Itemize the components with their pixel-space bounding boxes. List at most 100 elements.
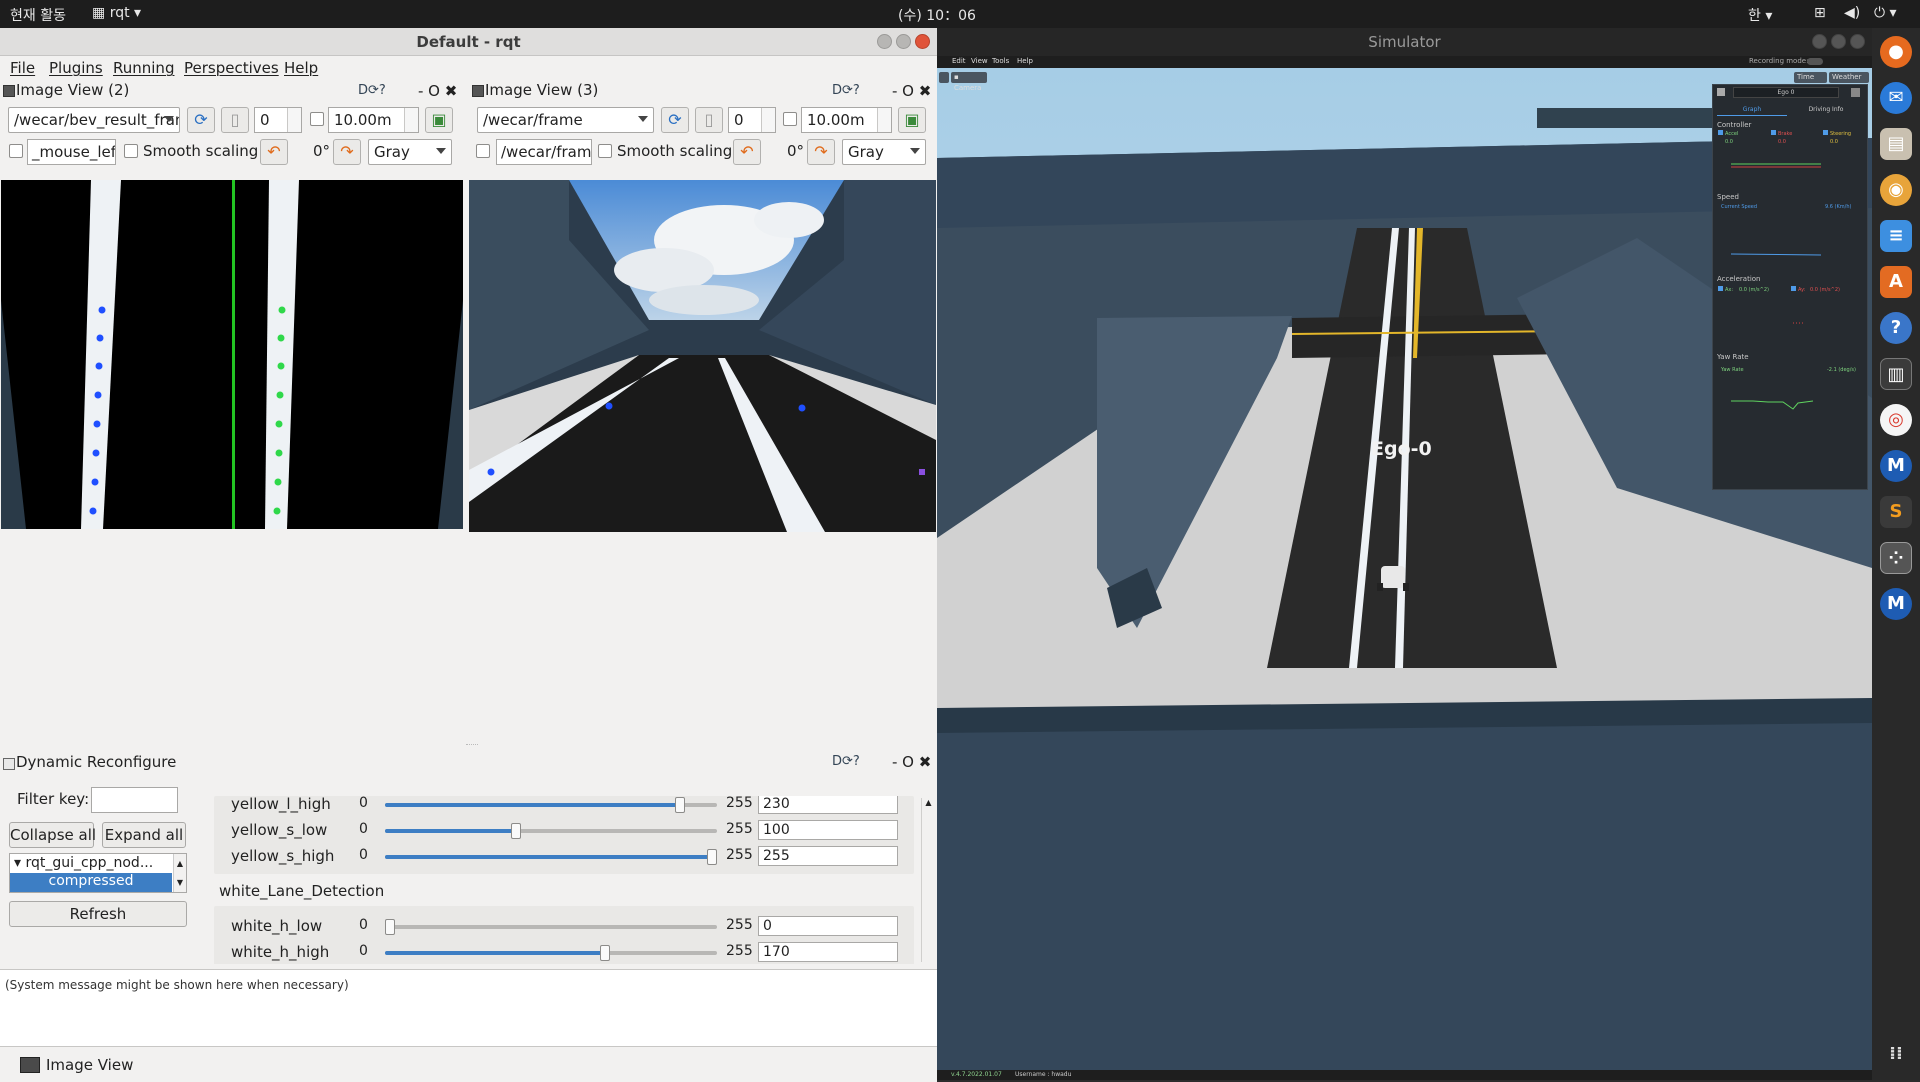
topic-select[interactable]: /wecar/bev_result_frame — [8, 107, 180, 133]
vehicle-select[interactable]: Ego 0 — [1733, 87, 1839, 98]
status-item-label[interactable]: Image View — [46, 1056, 133, 1074]
splitter-handle[interactable] — [466, 744, 478, 746]
terminal-icon[interactable]: ▥ — [1880, 358, 1912, 390]
save-image-button[interactable]: ▣ — [425, 107, 453, 133]
maximize-button[interactable] — [896, 34, 911, 49]
smooth-scaling-checkbox[interactable] — [124, 144, 138, 158]
param-value-field[interactable]: 100 — [758, 820, 898, 840]
sim-menu-help[interactable]: Help — [1017, 57, 1033, 65]
settings-grid-icon[interactable]: ⁘ — [1880, 542, 1912, 574]
sim-viewport[interactable]: ▪ Camera Time Weather Ego-0 Ego 0 Graph … — [937, 68, 1872, 1080]
param-slider[interactable] — [385, 945, 717, 961]
minimize-button[interactable] — [877, 34, 892, 49]
param-scrollbar[interactable]: ▲ — [921, 798, 935, 962]
clock[interactable]: (수) 10：06 — [898, 5, 976, 25]
close-button[interactable] — [1850, 34, 1865, 49]
rotate-left-button[interactable]: ↶ — [260, 139, 288, 165]
param-value-field[interactable]: 230 — [758, 796, 898, 814]
tab-driving-info[interactable]: Driving Info — [1791, 103, 1861, 116]
bev-image[interactable] — [1, 180, 463, 529]
tree-node-selected[interactable]: compressed — [10, 873, 172, 892]
help-reload-icons[interactable]: D⟳? — [832, 83, 860, 98]
slider-handle[interactable] — [675, 797, 685, 813]
writer-icon[interactable]: ≡ — [1880, 220, 1912, 252]
menu-perspectives[interactable]: Perspectives — [184, 59, 279, 77]
slider-handle[interactable] — [600, 945, 610, 961]
dock-controls[interactable]: - O ✖ — [892, 82, 931, 100]
param-slider[interactable] — [385, 797, 717, 813]
mouse-topic-field[interactable]: _mouse_left — [27, 139, 116, 165]
menu-file[interactable]: File — [10, 59, 35, 77]
mouse-publish-checkbox[interactable] — [476, 144, 490, 158]
help-icon[interactable]: ? — [1880, 312, 1912, 344]
expand-all-button[interactable]: Expand all — [102, 822, 186, 848]
sublime-icon[interactable]: S — [1880, 496, 1912, 528]
slider-handle[interactable] — [511, 823, 521, 839]
dock-controls[interactable]: - O ✖ — [418, 82, 457, 100]
param-value-field[interactable]: 255 — [758, 846, 898, 866]
menu-running[interactable]: Running — [113, 59, 174, 77]
max-range-spinbox[interactable]: 10.00m — [801, 107, 892, 133]
filter-key-input[interactable] — [91, 787, 178, 813]
camera-image[interactable] — [469, 180, 936, 532]
color-scheme-select[interactable]: Gray — [842, 139, 926, 165]
collapse-all-button[interactable]: Collapse all — [9, 822, 96, 848]
sim-menu-edit[interactable]: Edit — [952, 57, 966, 65]
rhythmbox-icon[interactable]: ◉ — [1880, 174, 1912, 206]
pause-button[interactable]: ▯ — [221, 107, 249, 133]
sim-menu-tools[interactable]: Tools — [992, 57, 1009, 65]
power-icon[interactable]: ⏻ ▾ — [1874, 5, 1897, 21]
camera-button[interactable]: ▪ Camera — [951, 72, 987, 92]
smoothing-spinbox[interactable]: 0 — [728, 107, 776, 133]
node-tree[interactable]: ▾ rqt_gui_cpp_nod... compressed ▲ ▼ — [9, 853, 187, 893]
panel-pin-icon[interactable] — [1851, 88, 1860, 97]
menu-help[interactable]: Help — [284, 59, 318, 77]
network-icon[interactable]: ⊞ — [1814, 5, 1826, 21]
volume-icon[interactable]: ◀) — [1844, 5, 1860, 21]
weather-button[interactable]: Weather — [1829, 72, 1869, 83]
m-app-icon-2[interactable]: M — [1880, 588, 1912, 620]
param-slider[interactable] — [385, 823, 717, 839]
minimize-button[interactable] — [1812, 34, 1827, 49]
dock-controls[interactable]: - O ✖ — [892, 753, 931, 771]
topic-select[interactable]: /wecar/frame — [477, 107, 654, 133]
tab-graph[interactable]: Graph — [1717, 103, 1787, 116]
mouse-topic-field[interactable]: /wecar/frame — [496, 139, 592, 165]
pause-button[interactable]: ▯ — [695, 107, 723, 133]
param-slider[interactable] — [385, 849, 717, 865]
slider-handle[interactable] — [707, 849, 717, 865]
smoothing-spinbox[interactable]: 0 — [254, 107, 302, 133]
spin-arrows[interactable] — [877, 108, 891, 132]
m-app-icon[interactable]: M — [1880, 450, 1912, 482]
slider-handle[interactable] — [385, 919, 395, 935]
mouse-publish-checkbox[interactable] — [9, 144, 23, 158]
firefox-icon[interactable]: ● — [1880, 36, 1912, 68]
refresh-button[interactable]: Refresh — [9, 901, 187, 927]
sim-settings-icon[interactable] — [939, 72, 949, 83]
app-menu[interactable]: ▦ rqt ▾ — [92, 5, 141, 21]
save-image-button[interactable]: ▣ — [898, 107, 926, 133]
dynamic-range-checkbox[interactable] — [310, 112, 324, 126]
rotate-left-button[interactable]: ↶ — [733, 139, 761, 165]
thunderbird-icon[interactable]: ✉ — [1880, 82, 1912, 114]
param-value-field[interactable]: 170 — [758, 942, 898, 962]
dynamic-range-checkbox[interactable] — [783, 112, 797, 126]
activities-button[interactable]: 현재 활동 — [10, 5, 66, 25]
spin-arrows[interactable] — [287, 108, 301, 132]
spin-arrows[interactable] — [761, 108, 775, 132]
close-button[interactable] — [915, 34, 930, 49]
rotate-right-button[interactable]: ↷ — [807, 139, 835, 165]
spin-arrows[interactable] — [404, 108, 418, 132]
sim-menu-view[interactable]: View — [971, 57, 988, 65]
param-value-field[interactable]: 0 — [758, 916, 898, 936]
recording-toggle[interactable] — [1807, 58, 1823, 65]
param-slider[interactable] — [385, 919, 717, 935]
smooth-scaling-checkbox[interactable] — [598, 144, 612, 158]
refresh-topics-button[interactable]: ⟳ — [661, 107, 689, 133]
tree-node[interactable]: ▾ rqt_gui_cpp_nod... — [14, 855, 153, 871]
help-reload-icons[interactable]: D⟳? — [358, 83, 386, 98]
color-scheme-select[interactable]: Gray — [368, 139, 452, 165]
files-icon[interactable]: ▤ — [1880, 128, 1912, 160]
show-applications-icon[interactable]: ⁞⁞ — [1880, 1038, 1912, 1070]
maximize-button[interactable] — [1831, 34, 1846, 49]
